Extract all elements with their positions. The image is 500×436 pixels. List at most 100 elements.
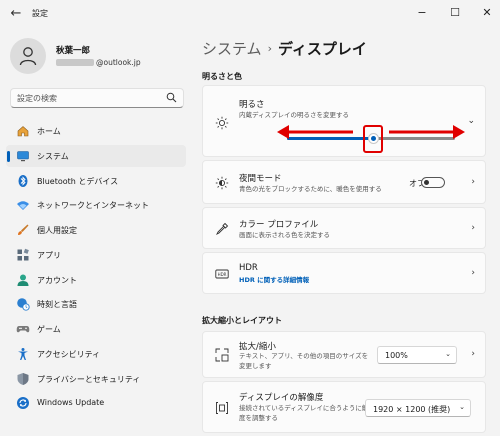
close-button[interactable]: ✕ xyxy=(476,4,498,22)
search-icon xyxy=(166,92,177,103)
sidebar-item-label: ホーム xyxy=(37,127,61,136)
sun-icon xyxy=(215,116,229,130)
sidebar-item-accounts[interactable]: アカウント xyxy=(6,269,186,291)
resolution-description-line2: 度を調整する xyxy=(239,414,278,422)
section-heading-scale-layout: 拡大縮小とレイアウト xyxy=(202,316,282,325)
color-profile-title: カラー プロファイル xyxy=(239,220,319,230)
chevron-down-icon: ⌄ xyxy=(445,350,451,358)
scale-description-line2: 変更します xyxy=(239,362,272,370)
chevron-down-icon: ⌄ xyxy=(459,403,465,411)
user-email: @outlook.jp xyxy=(56,58,141,67)
breadcrumb-separator: › xyxy=(267,42,272,55)
sidebar-item-system[interactable]: システム xyxy=(6,144,186,167)
night-light-card[interactable]: 夜間モード 青色の光をブロックするために、暖色を使用する オフ › xyxy=(202,160,486,204)
hdr-title: HDR xyxy=(239,263,258,273)
annotation-highlight-box xyxy=(363,125,383,153)
scale-dropdown-value: 100% xyxy=(385,351,408,360)
scale-dropdown[interactable]: 100% ⌄ xyxy=(377,346,457,364)
user-name: 秋葉一郎 xyxy=(56,46,91,56)
svg-text:HDR: HDR xyxy=(218,272,227,277)
wifi-icon xyxy=(17,201,29,211)
bluetooth-icon xyxy=(18,174,28,187)
eyedropper-icon xyxy=(215,222,229,236)
scale-card[interactable]: 拡大/縮小 テキスト、アプリ、その他の項目のサイズを 変更します 100% ⌄ … xyxy=(202,331,486,378)
sidebar-item-label: 個人用設定 xyxy=(37,226,77,235)
sidebar-item-label: アクセシビリティ xyxy=(37,349,101,359)
scale-title: 拡大/縮小 xyxy=(239,342,276,352)
scale-description: テキスト、アプリ、その他の項目のサイズを xyxy=(239,352,369,360)
apps-icon xyxy=(17,248,29,261)
night-light-toggle[interactable] xyxy=(421,177,445,188)
color-profile-description: 画面に表示される色を決定する xyxy=(239,231,330,239)
sidebar-item-label: システム xyxy=(37,151,69,161)
breadcrumb: システム › ディスプレイ xyxy=(202,38,367,59)
sidebar-item-label: アプリ xyxy=(37,250,61,260)
chevron-right-icon[interactable]: › xyxy=(471,177,475,187)
brightness-card[interactable]: 明るさ 内蔵ディスプレイの明るさを変更する ⌄ xyxy=(202,85,486,157)
sidebar-item-label: ゲーム xyxy=(37,325,61,334)
sidebar-item-privacy[interactable]: プライバシーとセキュリティ xyxy=(6,368,186,390)
night-light-description: 青色の光をブロックするために、暖色を使用する xyxy=(239,185,382,193)
back-button[interactable]: ← xyxy=(8,6,24,22)
resolution-dropdown-value: 1920 × 1200 (推奨) xyxy=(373,405,451,414)
sidebar-item-label: プライバシーとセキュリティ xyxy=(37,374,141,384)
chevron-right-icon[interactable]: › xyxy=(471,223,475,233)
accessibility-icon xyxy=(18,347,28,360)
sidebar-item-label: ネットワークとインターネット xyxy=(37,201,149,211)
color-profile-card[interactable]: カラー プロファイル 画面に表示される色を決定する › xyxy=(202,207,486,249)
chevron-right-icon[interactable]: › xyxy=(471,268,475,278)
resolution-card[interactable]: ディスプレイの解像度 接続されているディスプレイに合うように解像 度を調整する … xyxy=(202,381,486,433)
chevron-right-icon[interactable]: › xyxy=(471,349,475,359)
sidebar-item-personalization[interactable]: 個人用設定 xyxy=(6,219,186,241)
sidebar-item-home[interactable]: ホーム xyxy=(6,120,186,142)
app-title: 設定 xyxy=(32,9,48,18)
user-profile[interactable]: 秋葉一郎 @outlook.jp xyxy=(10,38,180,74)
resolution-title: ディスプレイの解像度 xyxy=(239,393,324,403)
hdr-info-link[interactable]: HDR に関する詳細情報 xyxy=(239,276,309,285)
sidebar-item-label: 時刻と言語 xyxy=(37,300,77,310)
title-bar: ← 設定 − ☐ ✕ xyxy=(0,0,500,28)
brightness-title: 明るさ xyxy=(239,100,265,110)
home-icon xyxy=(17,126,29,137)
page-title: ディスプレイ xyxy=(277,40,367,58)
person-icon xyxy=(19,47,37,66)
monitor-icon xyxy=(17,150,29,161)
hdr-card[interactable]: HDR HDR HDR に関する詳細情報 › xyxy=(202,252,486,294)
search-input[interactable] xyxy=(17,92,157,104)
sidebar-item-label: アカウント xyxy=(37,275,77,285)
sidebar-item-apps[interactable]: アプリ xyxy=(6,244,186,266)
sidebar-item-windows-update[interactable]: Windows Update xyxy=(6,392,186,414)
maximize-button[interactable]: ☐ xyxy=(444,4,466,22)
shield-icon xyxy=(17,372,29,385)
active-indicator xyxy=(7,150,10,162)
sidebar-item-gaming[interactable]: ゲーム xyxy=(6,318,186,340)
breadcrumb-parent[interactable]: システム xyxy=(202,40,262,58)
email-domain: @outlook.jp xyxy=(96,58,141,67)
sidebar-item-bluetooth[interactable]: Bluetooth とデバイス xyxy=(6,170,186,192)
brush-icon xyxy=(18,224,29,235)
sidebar-item-accessibility[interactable]: アクセシビリティ xyxy=(6,343,186,365)
resolution-dropdown[interactable]: 1920 × 1200 (推奨) ⌄ xyxy=(365,399,471,417)
avatar xyxy=(10,38,46,74)
sidebar-item-label: Bluetooth とデバイス xyxy=(37,176,119,186)
chevron-down-icon[interactable]: ⌄ xyxy=(467,116,475,126)
scale-icon xyxy=(215,348,229,362)
resolution-icon xyxy=(216,402,228,414)
sidebar-nav: ホーム システム Bluetooth とデバイス ネットワークとインターネット … xyxy=(6,120,186,417)
gamepad-icon xyxy=(16,326,30,333)
resolution-description: 接続されているディスプレイに合うように解像 xyxy=(239,404,375,412)
toggle-knob xyxy=(424,180,429,185)
sidebar-item-network[interactable]: ネットワークとインターネット xyxy=(6,194,186,216)
sun-moon-icon xyxy=(215,176,229,190)
hdr-icon: HDR xyxy=(215,269,229,279)
email-redaction xyxy=(56,59,94,66)
night-light-title: 夜間モード xyxy=(239,174,282,184)
globe-clock-icon xyxy=(17,298,30,311)
sidebar-item-time-language[interactable]: 時刻と言語 xyxy=(6,293,186,315)
search-box[interactable] xyxy=(10,88,184,108)
person-icon xyxy=(17,274,29,286)
section-heading-brightness-color: 明るさと色 xyxy=(202,72,242,81)
minimize-button[interactable]: − xyxy=(411,4,433,22)
update-icon xyxy=(17,397,29,410)
sidebar-item-label: Windows Update xyxy=(37,398,105,408)
